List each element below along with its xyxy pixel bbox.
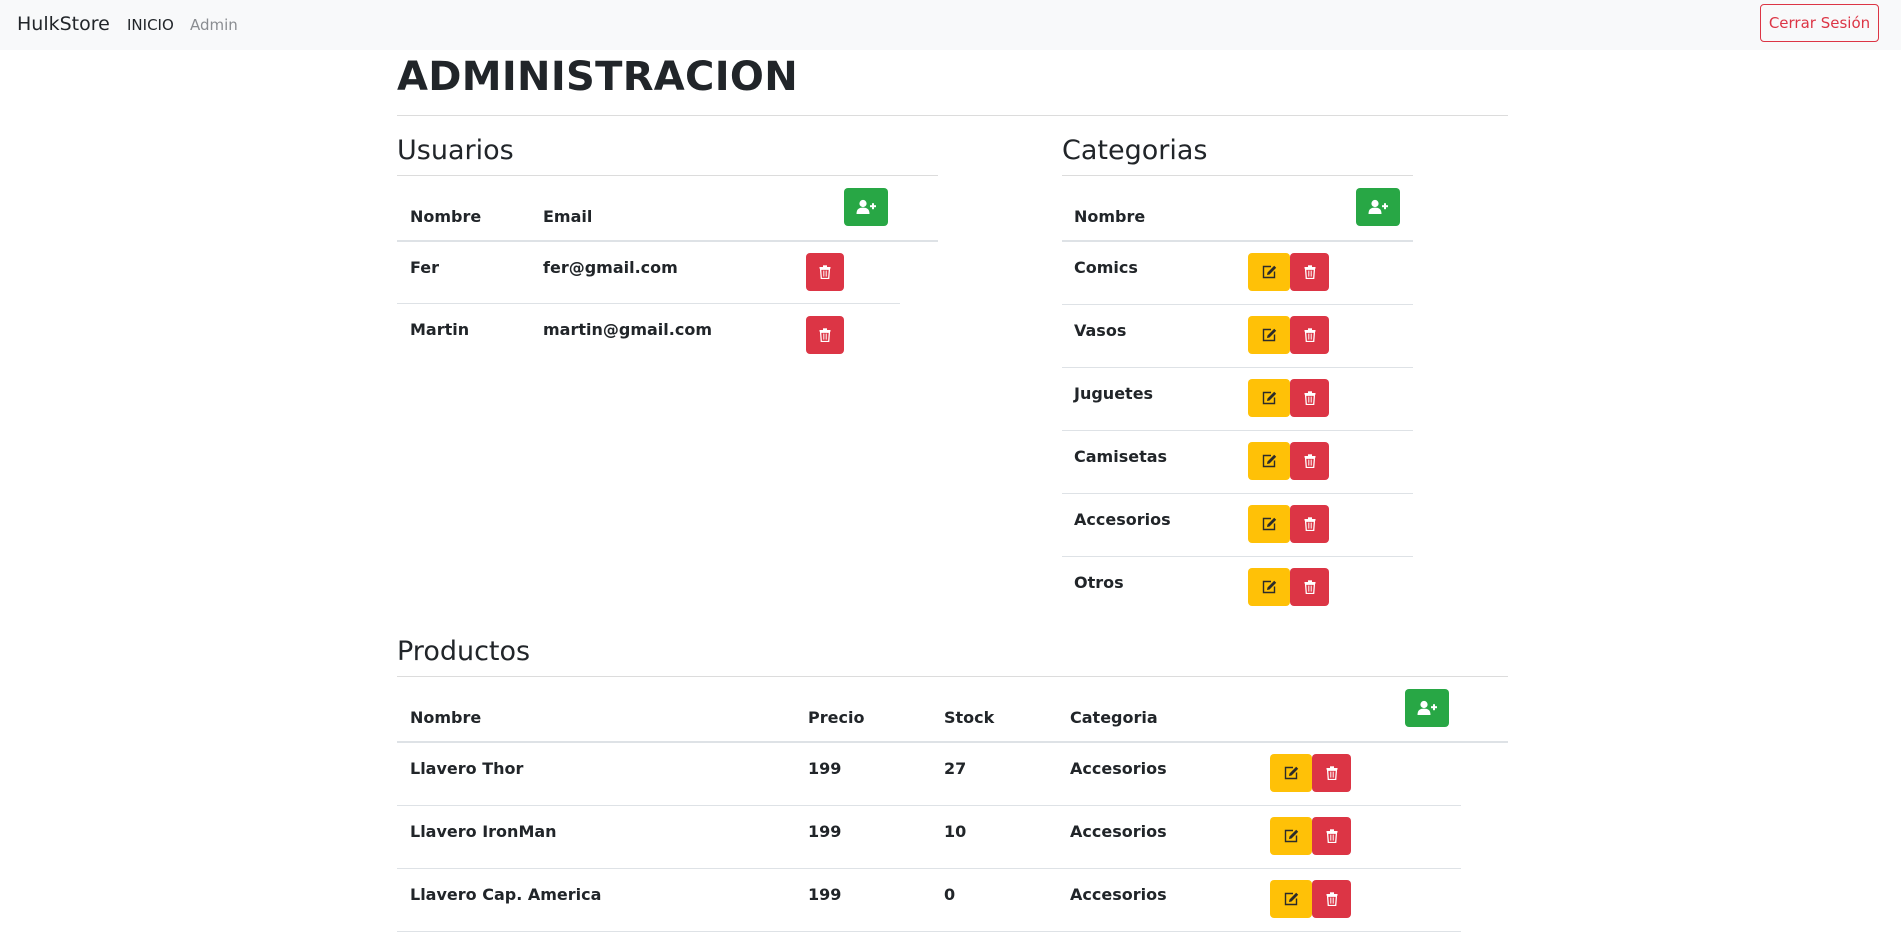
delete-product-button[interactable] <box>1312 880 1351 918</box>
trash-icon <box>1326 766 1337 780</box>
usuario-email: martin@gmail.com <box>543 320 712 339</box>
edit-product-button[interactable] <box>1270 754 1312 792</box>
trash-icon <box>1326 892 1337 906</box>
edit-category-button[interactable] <box>1248 316 1290 354</box>
categoria-nombre: Accesorios <box>1074 510 1171 529</box>
categoria-nombre: Vasos <box>1074 321 1127 340</box>
row-divider <box>1062 304 1413 305</box>
producto-nombre: Llavero Cap. America <box>410 885 602 904</box>
delete-product-button[interactable] <box>1312 817 1351 855</box>
logout-button[interactable]: Cerrar Sesión <box>1760 4 1879 42</box>
row-divider <box>1062 367 1413 368</box>
edit-product-button[interactable] <box>1270 817 1312 855</box>
row-divider <box>1062 430 1413 431</box>
productos-header-stock: Stock <box>944 708 995 727</box>
edit-category-button[interactable] <box>1248 379 1290 417</box>
delete-product-button[interactable] <box>1312 754 1351 792</box>
trash-icon <box>1304 391 1315 405</box>
edit-icon <box>1284 766 1298 780</box>
categoria-nombre: Juguetes <box>1074 384 1154 403</box>
add-user-button[interactable] <box>844 188 888 226</box>
trash-icon <box>1304 517 1315 531</box>
user-plus-icon <box>1368 199 1388 214</box>
delete-category-button[interactable] <box>1290 505 1329 543</box>
edit-icon <box>1284 892 1298 906</box>
producto-nombre: Llavero IronMan <box>410 822 557 841</box>
productos-title: Productos <box>397 636 531 667</box>
trash-icon <box>1304 265 1315 279</box>
delete-category-button[interactable] <box>1290 253 1329 291</box>
usuario-nombre: Fer <box>410 258 440 277</box>
trash-icon <box>1304 454 1315 468</box>
row-divider <box>397 868 1461 869</box>
edit-icon <box>1262 454 1276 468</box>
edit-icon <box>1262 391 1276 405</box>
categoria-nombre: Otros <box>1074 573 1124 592</box>
brand-logo[interactable]: HulkStore <box>17 13 110 35</box>
trash-icon <box>819 328 831 342</box>
producto-stock: 0 <box>944 885 956 904</box>
delete-category-button[interactable] <box>1290 568 1329 606</box>
user-plus-icon <box>856 199 876 214</box>
productos-header-precio: Precio <box>808 708 865 727</box>
navbar: HulkStore INICIO Admin Cerrar Sesión <box>0 0 1901 50</box>
title-divider <box>397 115 1508 116</box>
usuarios-header-email: Email <box>543 207 593 226</box>
producto-categoria: Accesorios <box>1070 759 1167 778</box>
row-divider <box>1062 493 1413 494</box>
add-category-button[interactable] <box>1356 188 1400 226</box>
producto-precio: 199 <box>808 822 842 841</box>
delete-category-button[interactable] <box>1290 316 1329 354</box>
categorias-title: Categorias <box>1062 135 1208 166</box>
categoria-nombre: Comics <box>1074 258 1138 277</box>
edit-icon <box>1262 517 1276 531</box>
edit-icon <box>1284 829 1298 843</box>
producto-precio: 199 <box>808 885 842 904</box>
page-title: ADMINISTRACION <box>397 54 798 100</box>
nav-link-inicio[interactable]: INICIO <box>127 16 174 34</box>
edit-icon <box>1262 328 1276 342</box>
categorias-header-nombre: Nombre <box>1074 207 1146 226</box>
usuarios-header-line <box>397 240 938 242</box>
producto-stock: 10 <box>944 822 967 841</box>
trash-icon <box>1304 328 1315 342</box>
productos-header-nombre: Nombre <box>410 708 482 727</box>
trash-icon <box>819 265 831 279</box>
categorias-divider <box>1062 175 1413 176</box>
usuarios-title: Usuarios <box>397 135 514 166</box>
producto-categoria: Accesorios <box>1070 822 1167 841</box>
delete-user-button[interactable] <box>806 316 844 354</box>
productos-divider <box>397 676 1508 677</box>
productos-header-line <box>397 741 1508 743</box>
nav-link-admin[interactable]: Admin <box>190 16 238 34</box>
delete-category-button[interactable] <box>1290 442 1329 480</box>
producto-precio: 199 <box>808 759 842 778</box>
usuario-email: fer@gmail.com <box>543 258 678 277</box>
delete-user-button[interactable] <box>806 253 844 291</box>
user-plus-icon <box>1417 700 1437 715</box>
categorias-header-line <box>1062 240 1413 242</box>
producto-stock: 27 <box>944 759 967 778</box>
edit-icon <box>1262 265 1276 279</box>
trash-icon <box>1304 580 1315 594</box>
row-divider <box>397 805 1461 806</box>
edit-category-button[interactable] <box>1248 568 1290 606</box>
row-divider <box>1062 556 1413 557</box>
edit-category-button[interactable] <box>1248 442 1290 480</box>
productos-header-categoria: Categoria <box>1070 708 1158 727</box>
add-product-button[interactable] <box>1405 689 1449 727</box>
delete-category-button[interactable] <box>1290 379 1329 417</box>
edit-icon <box>1262 580 1276 594</box>
usuario-nombre: Martin <box>410 320 470 339</box>
producto-categoria: Accesorios <box>1070 885 1167 904</box>
usuarios-divider <box>397 175 938 176</box>
categoria-nombre: Camisetas <box>1074 447 1168 466</box>
usuarios-header-nombre: Nombre <box>410 207 482 226</box>
row-divider <box>397 303 900 304</box>
edit-product-button[interactable] <box>1270 880 1312 918</box>
trash-icon <box>1326 829 1337 843</box>
producto-nombre: Llavero Thor <box>410 759 524 778</box>
edit-category-button[interactable] <box>1248 253 1290 291</box>
edit-category-button[interactable] <box>1248 505 1290 543</box>
